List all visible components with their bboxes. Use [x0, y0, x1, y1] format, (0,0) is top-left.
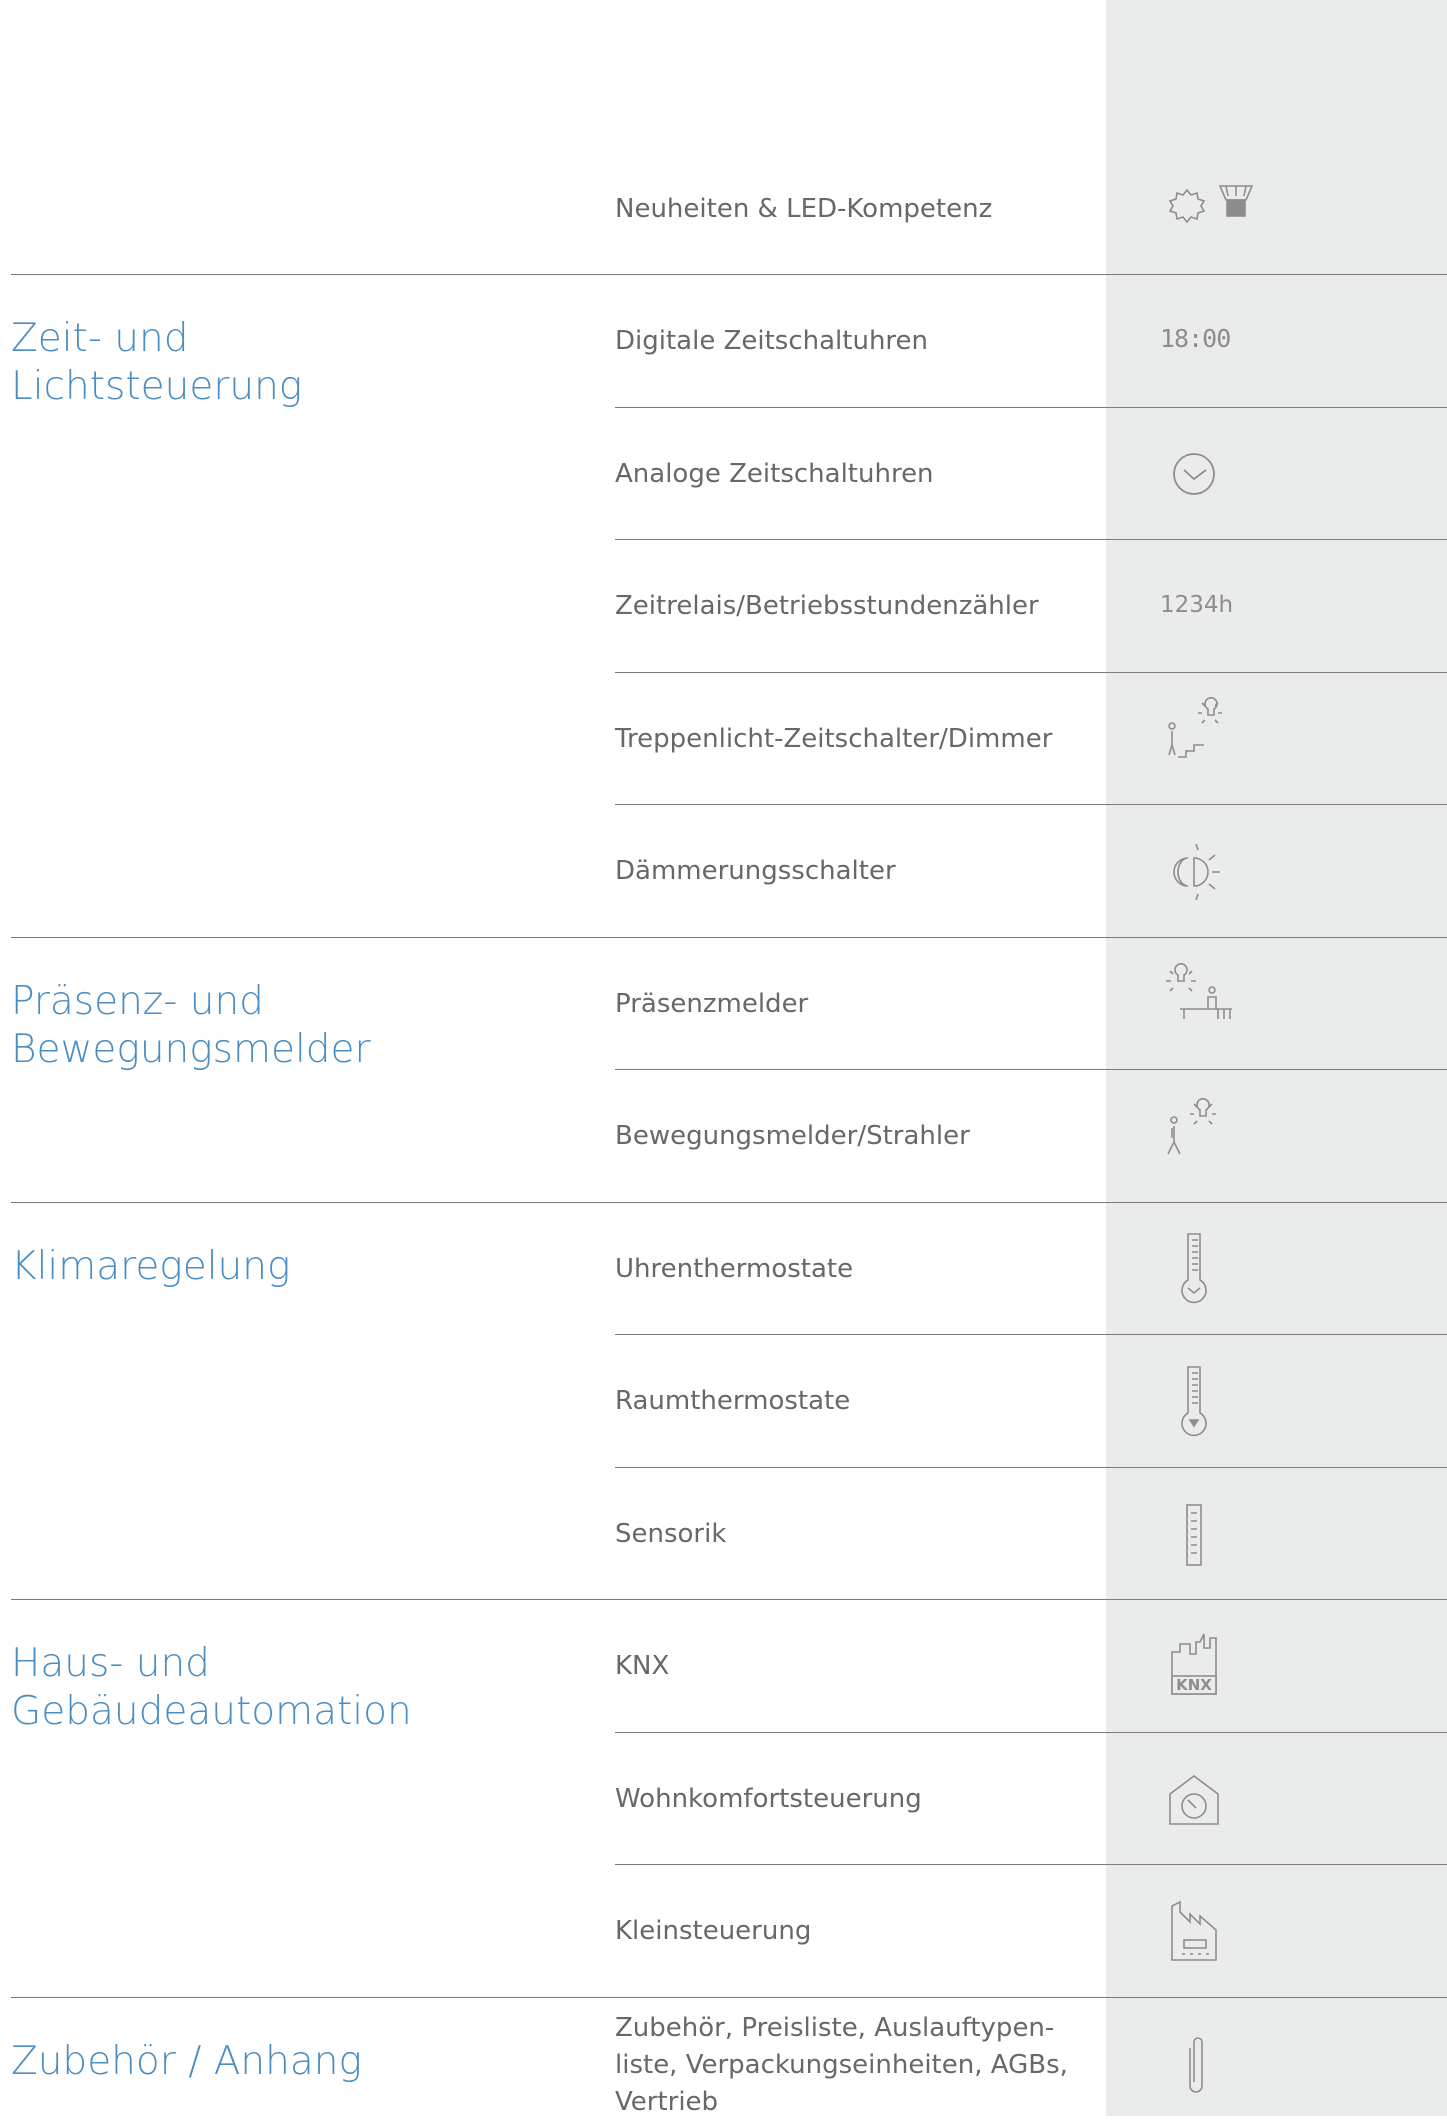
clock-thermostat-icon	[1160, 1228, 1228, 1308]
category-label: Haus- und Gebäudeautomation	[11, 1641, 412, 1734]
digital-clock-icon: 18:00	[1160, 305, 1231, 373]
item-neuheiten[interactable]: Neuheiten & LED-Kompetenz	[615, 191, 1085, 228]
motion-detector-icon	[1160, 1098, 1228, 1166]
room-thermostat-icon	[1160, 1361, 1228, 1441]
divider	[615, 539, 1447, 540]
factory-icon	[1160, 1894, 1228, 1966]
divider	[615, 1467, 1447, 1468]
knx-building-icon: KNX	[1160, 1628, 1228, 1704]
staircase-light-icon	[1160, 695, 1228, 763]
item-analoge-zeitschaltuhren[interactable]: Analoge Zeitschaltuhren	[615, 456, 1085, 493]
category-heading-zeit[interactable]: Zeit- und Lichtsteuerung	[11, 315, 591, 411]
clock-readout: 18:00	[1160, 324, 1231, 353]
twilight-switch-icon	[1160, 838, 1228, 906]
counter-readout: 1234h	[1160, 592, 1234, 618]
knx-label: KNX	[1176, 1676, 1212, 1694]
divider	[11, 1599, 1447, 1600]
divider	[615, 1732, 1447, 1733]
category-label: Zeit- und Lichtsteuerung	[11, 316, 303, 409]
item-bewegungsmelder[interactable]: Bewegungsmelder/Strahler	[615, 1118, 1085, 1155]
item-treppenlicht[interactable]: Treppenlicht-Zeitschalter/Dimmer	[615, 721, 1085, 758]
item-praesenzmelder[interactable]: Präsenzmelder	[615, 986, 1085, 1023]
divider	[615, 1864, 1447, 1865]
led-bulb-icon	[1160, 172, 1270, 240]
divider	[11, 274, 1447, 275]
divider	[615, 672, 1447, 673]
category-heading-haus[interactable]: Haus- und Gebäudeautomation	[11, 1640, 591, 1736]
divider	[615, 1069, 1447, 1070]
item-daemmerungsschalter[interactable]: Dämmerungsschalter	[615, 853, 1085, 890]
item-digitale-zeitschaltuhren[interactable]: Digitale Zeitschaltuhren	[615, 323, 1085, 360]
divider	[615, 804, 1447, 805]
category-label: Zubehör / Anhang	[11, 2039, 362, 2084]
item-sensorik[interactable]: Sensorik	[615, 1516, 1085, 1553]
category-heading-klima[interactable]: Klimaregelung	[11, 1243, 591, 1291]
item-zubehoer[interactable]: Zubehör, Preisliste, Auslauftypen- liste…	[615, 2010, 1085, 2121]
divider	[11, 1202, 1447, 1203]
divider	[11, 1997, 1447, 1998]
paperclip-icon	[1160, 2030, 1228, 2102]
sensor-icon	[1160, 1501, 1228, 1569]
category-heading-praesenz[interactable]: Präsenz- und Bewegungsmelder	[11, 978, 591, 1074]
analog-clock-icon	[1160, 440, 1228, 508]
item-wohnkomfortsteuerung[interactable]: Wohnkomfortsteuerung	[615, 1781, 1085, 1818]
category-label: Klimaregelung	[11, 1244, 291, 1289]
category-label: Präsenz- und Bewegungsmelder	[11, 979, 371, 1072]
item-knx[interactable]: KNX	[615, 1648, 1085, 1685]
home-control-icon	[1160, 1766, 1228, 1834]
divider	[11, 937, 1447, 938]
category-heading-zubehoer[interactable]: Zubehör / Anhang	[11, 2038, 591, 2086]
item-raumthermostate[interactable]: Raumthermostate	[615, 1383, 1085, 1420]
divider	[615, 1334, 1447, 1335]
hour-counter-icon: 1234h	[1160, 571, 1234, 639]
item-zeitrelais[interactable]: Zeitrelais/Betriebsstundenzähler	[615, 588, 1085, 625]
icon-column-background	[1106, 0, 1447, 2116]
item-uhrenthermostate[interactable]: Uhrenthermostate	[615, 1251, 1085, 1288]
presence-detector-icon	[1158, 963, 1238, 1031]
divider	[615, 407, 1447, 408]
item-kleinsteuerung[interactable]: Kleinsteuerung	[615, 1913, 1085, 1950]
